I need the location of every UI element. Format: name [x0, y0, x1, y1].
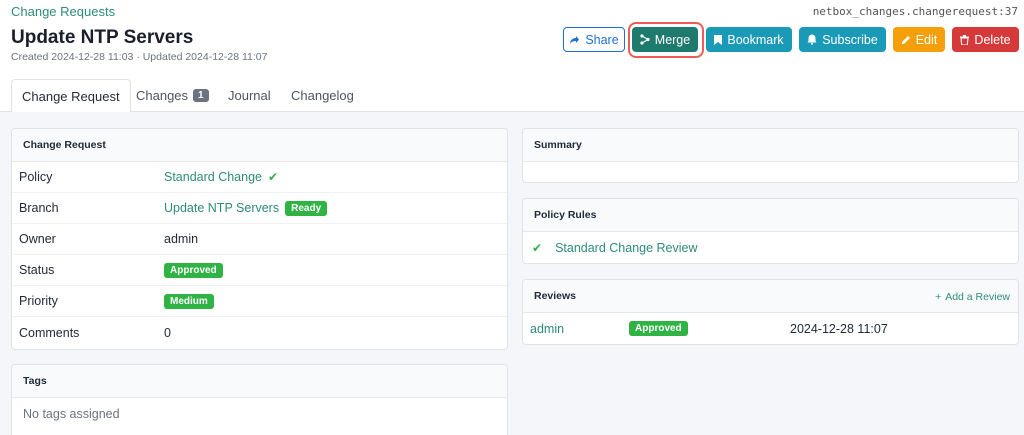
card-header: Change Request	[12, 129, 507, 162]
edit-button[interactable]: Edit	[893, 27, 945, 52]
policy-rule-link[interactable]: Standard Change Review	[555, 241, 697, 255]
bookmark-label: Bookmark	[727, 32, 784, 47]
reviews-title: Reviews	[534, 290, 577, 302]
policy-row: Policy Standard Change ✔	[12, 162, 507, 193]
tab-change-request[interactable]: Change Request	[11, 79, 131, 113]
delete-button[interactable]: Delete	[952, 27, 1019, 52]
row-label: Priority	[19, 294, 58, 308]
tab-journal[interactable]: Journal	[218, 79, 281, 112]
row-label: Status	[19, 263, 55, 277]
subscribe-label: Subscribe	[822, 32, 878, 47]
row-label: Policy	[19, 170, 53, 184]
policy-rules-card: Policy Rules ✔ Standard Change Review	[522, 198, 1019, 264]
share-button[interactable]: Share	[563, 27, 625, 52]
trash-icon	[960, 34, 970, 45]
share-icon	[569, 35, 580, 45]
branch-status-badge: Ready	[285, 200, 328, 216]
plus-icon: +	[935, 290, 942, 303]
tab-label: Journal	[228, 88, 271, 103]
add-review-label: Add a Review	[945, 290, 1010, 303]
review-date: 2024-12-28 11:07	[790, 321, 888, 336]
check-icon: ✔	[268, 170, 279, 184]
reviewer-link[interactable]: admin	[530, 322, 564, 336]
merge-icon	[640, 34, 650, 45]
delete-label: Delete	[974, 32, 1011, 47]
card-header: Reviews + Add a Review	[523, 280, 1018, 313]
branch-link[interactable]: Update NTP Servers	[164, 201, 279, 215]
branch-row: Branch Update NTP Servers Ready	[12, 193, 507, 224]
share-label: Share	[585, 32, 619, 47]
merge-button[interactable]: Merge	[632, 27, 698, 52]
status-badge: Approved	[164, 262, 223, 278]
tab-changelog[interactable]: Changelog	[281, 79, 364, 112]
tags-empty-text: No tags assigned	[23, 406, 120, 421]
priority-row: Priority Medium	[12, 286, 507, 317]
owner-value: admin	[164, 232, 199, 246]
card-header: Tags	[12, 365, 507, 398]
status-row: Status Approved	[12, 255, 507, 286]
owner-row: Owner admin	[12, 224, 507, 255]
bell-icon	[807, 34, 817, 45]
row-label: Comments	[19, 325, 80, 340]
object-reference: netbox_changes.changerequest:37	[812, 5, 1018, 18]
merge-label: Merge	[654, 32, 691, 47]
check-icon: ✔	[532, 240, 543, 255]
comments-row: Comments 0	[12, 317, 507, 348]
change-request-card: Change Request Policy Standard Change ✔ …	[11, 128, 508, 350]
page-title: Update NTP Servers	[11, 27, 194, 48]
timestamps: Created 2024-12-28 11:03 · Updated 2024-…	[11, 51, 268, 63]
tab-changes[interactable]: Changes 1	[126, 79, 219, 112]
review-row: admin Approved 2024-12-28 11:07	[523, 313, 1018, 344]
breadcrumb[interactable]: Change Requests	[11, 4, 115, 19]
subscribe-button[interactable]: Subscribe	[799, 27, 886, 52]
tab-label: Changelog	[291, 88, 354, 103]
bookmark-button[interactable]: Bookmark	[706, 27, 792, 52]
row-label: Owner	[19, 232, 56, 246]
tab-label: Changes	[136, 88, 189, 103]
review-status-badge: Approved	[629, 321, 688, 336]
row-label: Branch	[19, 201, 59, 215]
tab-bar: Change Request Changes 1 Journal Changel…	[0, 79, 1024, 113]
edit-label: Edit	[915, 32, 938, 47]
priority-badge: Medium	[164, 293, 214, 309]
pencil-icon	[901, 35, 911, 45]
bookmark-icon	[714, 34, 723, 45]
reviews-card: Reviews + Add a Review admin Approved 20…	[522, 279, 1019, 345]
summary-card: Summary	[522, 128, 1019, 183]
tab-label: Change Request	[22, 88, 120, 104]
policy-link[interactable]: Standard Change	[164, 170, 262, 184]
tags-card: Tags No tags assigned	[11, 364, 508, 435]
card-header: Policy Rules	[523, 199, 1018, 232]
add-review-link[interactable]: + Add a Review	[935, 280, 1010, 313]
comments-value: 0	[164, 325, 171, 340]
card-header: Summary	[523, 129, 1018, 162]
policy-rule-row: ✔ Standard Change Review	[523, 232, 1018, 263]
changes-count-badge: 1	[193, 89, 209, 102]
